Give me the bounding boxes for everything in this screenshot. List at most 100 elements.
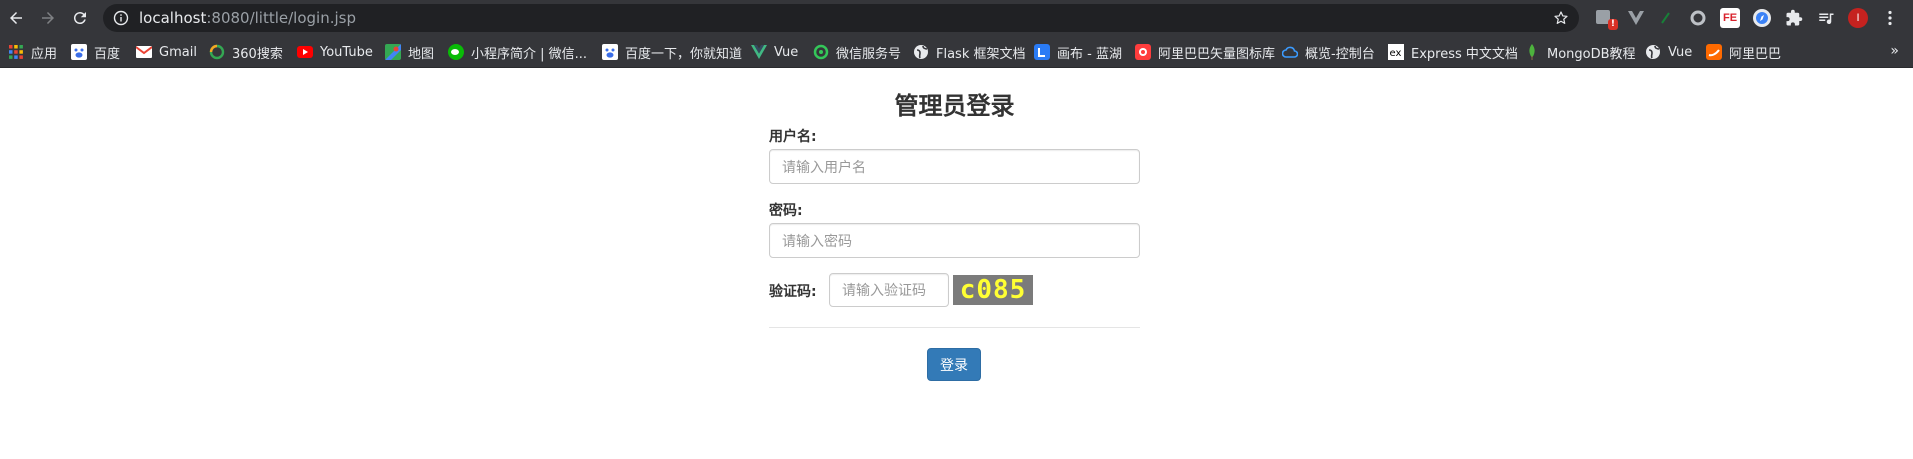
lanhu-icon xyxy=(1034,44,1050,60)
iconfont-icon xyxy=(1135,44,1151,60)
bookmark-label: 地图 xyxy=(408,46,435,62)
bookmark-youtube[interactable]: YouTube xyxy=(297,43,373,61)
bookmark-label: Vue xyxy=(774,44,799,60)
360-search-icon xyxy=(209,44,225,60)
bookmark-label: 百度一下，你就知道 xyxy=(625,46,743,62)
puzzle-piece-icon xyxy=(1786,9,1803,26)
address-bar[interactable]: localhost:8080/little/login.jsp xyxy=(103,4,1579,32)
extension-badge-count: ! xyxy=(1607,19,1618,30)
fe-helper-icon: FE xyxy=(1722,12,1738,24)
bookmark-baidu[interactable]: 百度 xyxy=(71,43,121,62)
baidu-icon xyxy=(71,44,87,60)
bookmark-label: Express 中文文档 xyxy=(1411,46,1518,62)
vue-devtools-icon xyxy=(1628,11,1644,25)
bookmark-label: 阿里巴巴 xyxy=(1729,46,1782,62)
browser-menu-button[interactable] xyxy=(1880,8,1900,28)
bookmark-wechat-miniprogram[interactable]: 小程序简介 | 微信... xyxy=(448,43,587,62)
reload-button[interactable] xyxy=(68,6,92,30)
bookmark-express-docs[interactable]: ex Express 中文文档 xyxy=(1388,43,1518,62)
extensions-menu-button[interactable] xyxy=(1784,8,1804,28)
maps-icon xyxy=(385,44,401,60)
express-icon: ex xyxy=(1388,44,1404,60)
profile-initial: I xyxy=(1856,12,1860,24)
username-input[interactable]: 请输入用户名 xyxy=(769,149,1140,184)
page-title: 管理员登录 xyxy=(894,92,1015,120)
username-label: 用户名: xyxy=(769,129,817,145)
bookmark-lanhu-canvas[interactable]: 画布 - 蓝湖 xyxy=(1034,43,1122,62)
gmail-icon xyxy=(136,44,152,60)
wechat-service-icon xyxy=(813,44,829,60)
url-host: localhost xyxy=(139,9,207,27)
svg-text:ex: ex xyxy=(1390,48,1402,59)
bookmark-label: MongoDB教程 xyxy=(1547,46,1636,62)
captcha-image[interactable]: c085 xyxy=(953,275,1033,305)
youtube-icon xyxy=(297,44,313,60)
bookmark-mongodb-tutorial[interactable]: MongoDB教程 xyxy=(1524,43,1636,62)
bookmark-label: Vue xyxy=(1668,44,1693,60)
bookmark-star-icon[interactable] xyxy=(1553,10,1569,26)
captcha-label: 验证码: xyxy=(769,284,817,300)
bookmarks-bar: 应用 百度 Gmail 360搜索 YouTube 地图 小程序简介 | 微信.… xyxy=(0,36,1913,68)
vue-icon xyxy=(751,44,767,60)
bookmark-maps[interactable]: 地图 xyxy=(385,43,435,62)
mongodb-leaf-icon xyxy=(1524,44,1540,60)
bookmark-vue-2[interactable]: Vue xyxy=(1645,43,1692,61)
extension-badge-button[interactable]: ! xyxy=(1594,8,1618,30)
bookmarks-overflow-button[interactable]: » xyxy=(1890,43,1899,59)
wechat-icon xyxy=(448,44,464,60)
bookmark-360-search[interactable]: 360搜索 xyxy=(209,43,283,62)
bookmark-vue[interactable]: Vue xyxy=(751,43,798,61)
profile-avatar-button[interactable]: I xyxy=(1848,8,1868,28)
cloud-icon xyxy=(1282,44,1298,60)
bookmark-label: 画布 - 蓝湖 xyxy=(1057,46,1122,62)
ring-icon xyxy=(1690,10,1706,26)
queue-music-icon xyxy=(1819,13,1834,25)
form-divider xyxy=(769,327,1140,328)
login-button[interactable]: 登录 xyxy=(927,348,981,381)
baidu-icon xyxy=(602,44,618,60)
globe-icon xyxy=(913,44,929,60)
bookmark-console-overview[interactable]: 概览-控制台 xyxy=(1282,43,1375,62)
bookmark-gmail[interactable]: Gmail xyxy=(136,43,197,61)
captcha-code: c085 xyxy=(959,275,1027,305)
bookmark-label: 概览-控制台 xyxy=(1305,46,1375,62)
alibaba-icon xyxy=(1706,44,1722,60)
bookmark-label: 阿里巴巴矢量图标库 xyxy=(1158,46,1276,62)
bookmark-wechat-service[interactable]: 微信服务号 xyxy=(813,43,902,62)
bookmark-label: 360搜索 xyxy=(232,46,283,62)
bookmark-apps[interactable]: 应用 xyxy=(8,43,58,62)
compass-extension-button[interactable] xyxy=(1752,8,1772,28)
url-text: localhost:8080/little/login.jsp xyxy=(139,9,356,27)
captcha-input[interactable]: 请输入验证码 xyxy=(829,273,949,307)
bookmark-label: Gmail xyxy=(159,44,197,60)
reading-list-button[interactable] xyxy=(1816,8,1836,28)
fe-helper-button[interactable]: FE xyxy=(1720,8,1740,28)
bookmark-label: YouTube xyxy=(320,44,373,60)
forward-button[interactable] xyxy=(36,6,60,30)
bookmark-label: Flask 框架文档 xyxy=(936,46,1026,62)
site-info-icon[interactable] xyxy=(113,10,129,26)
kebab-menu-icon xyxy=(1888,10,1892,26)
bookmark-alibaba[interactable]: 阿里巴巴 xyxy=(1706,43,1782,62)
bookmark-label: 应用 xyxy=(31,46,58,62)
reload-icon xyxy=(73,12,86,25)
circle-extension-button[interactable] xyxy=(1688,8,1708,28)
vue-devtools-button[interactable] xyxy=(1626,8,1646,28)
compass-icon xyxy=(1753,9,1771,27)
password-label: 密码: xyxy=(769,203,803,219)
url-path: :8080/little/login.jsp xyxy=(206,9,356,27)
page-content: 管理员登录 用户名: 请输入用户名 密码: 请输入密码 验证码: 请输入验证码 … xyxy=(0,68,1913,459)
password-input[interactable]: 请输入密码 xyxy=(769,223,1140,258)
leaf-extension-icon xyxy=(1661,12,1670,24)
forward-arrow-icon xyxy=(42,12,54,24)
bookmark-flask-docs[interactable]: Flask 框架文档 xyxy=(913,43,1026,62)
back-arrow-icon xyxy=(10,12,22,24)
bookmark-baidu-search[interactable]: 百度一下，你就知道 xyxy=(602,43,743,62)
leaf-extension-button[interactable] xyxy=(1656,8,1676,28)
back-button[interactable] xyxy=(4,6,28,30)
bookmark-label: 微信服务号 xyxy=(836,46,902,62)
bookmark-label: 百度 xyxy=(94,46,121,62)
bookmark-iconfont[interactable]: 阿里巴巴矢量图标库 xyxy=(1135,43,1276,62)
apps-grid-icon xyxy=(8,44,24,60)
globe-icon xyxy=(1645,44,1661,60)
